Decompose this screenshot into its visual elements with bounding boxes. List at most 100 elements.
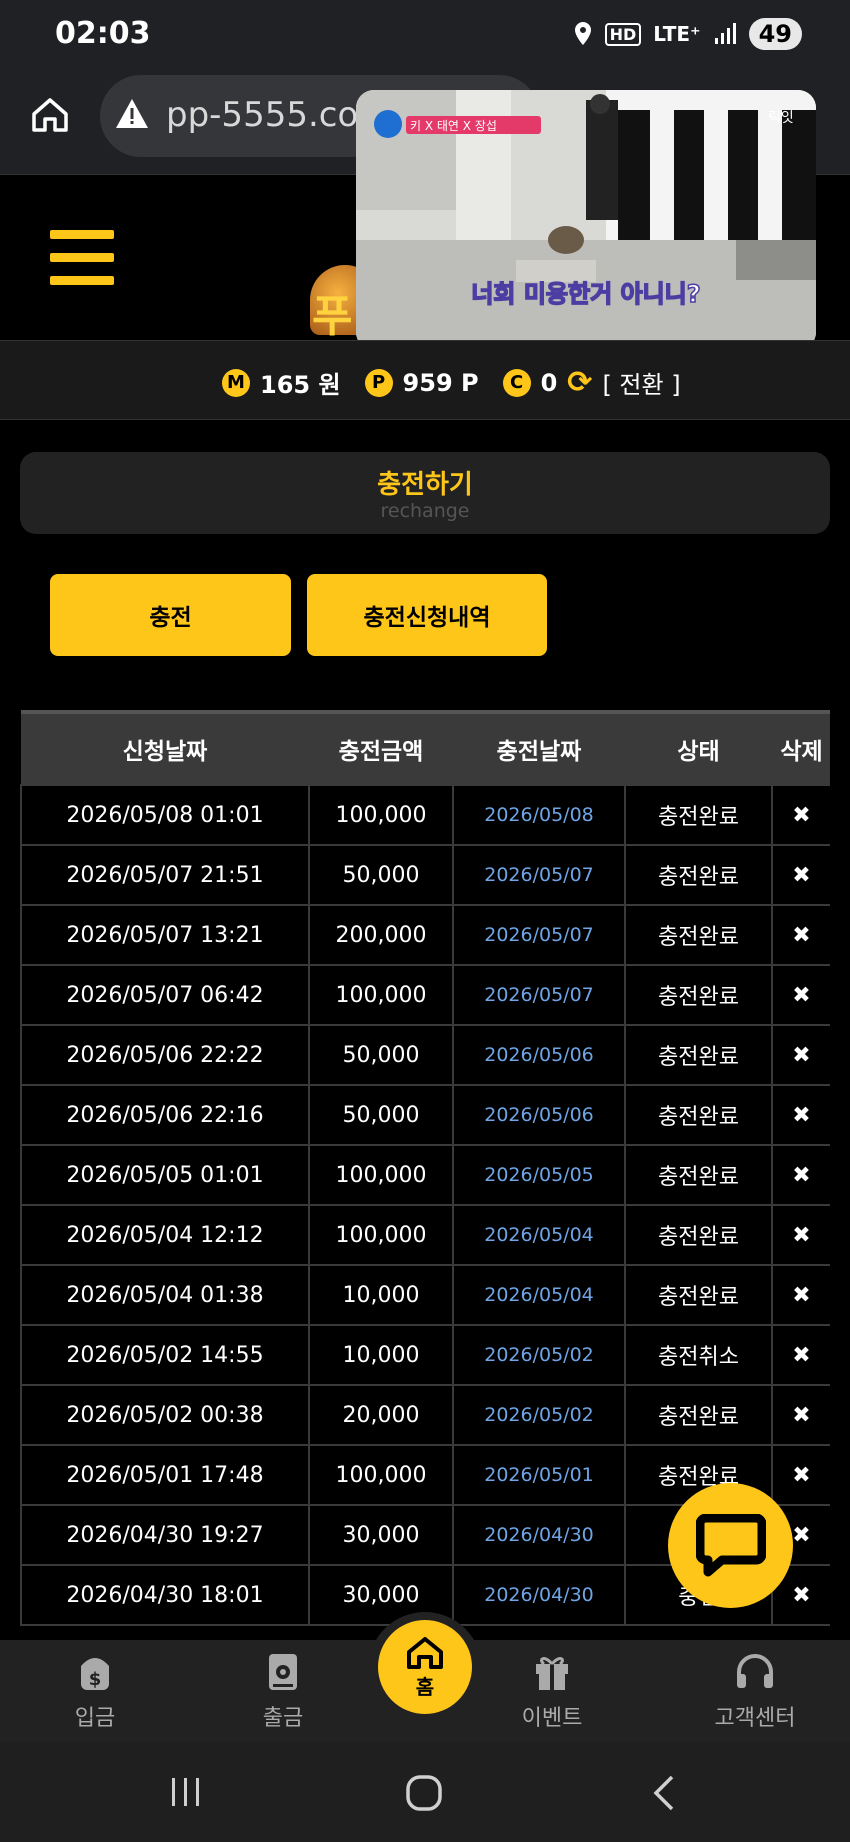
request-date-cell: 2026/05/06 22:22	[20, 1024, 310, 1086]
page-subtitle: rechange	[380, 500, 470, 522]
request-date-cell: 2026/05/06 22:16	[20, 1084, 310, 1146]
gift-icon	[536, 1657, 568, 1690]
charge-date-cell: 2026/05/07	[452, 904, 626, 966]
request-date-cell: 2026/05/07 13:21	[20, 904, 310, 966]
page-title-card: 충전하기 rechange	[20, 452, 830, 534]
amount-cell: 10,000	[308, 1324, 454, 1386]
charge-date-cell: 2026/05/06	[452, 1024, 626, 1086]
amount-cell: 20,000	[308, 1384, 454, 1446]
battery-indicator: 49	[748, 18, 802, 50]
android-home-icon[interactable]	[405, 1774, 443, 1812]
charge-date-cell: 2026/04/30	[452, 1504, 626, 1566]
table-header-row: 신청날짜 충전금액 충전날짜 상태 삭제	[21, 710, 830, 785]
status-cell: 충전완료	[624, 964, 773, 1026]
delete-button[interactable]: ✖	[771, 904, 830, 966]
nav-deposit[interactable]: $ 입금	[35, 1650, 155, 1732]
delete-button[interactable]: ✖	[771, 1084, 830, 1146]
location-icon	[574, 22, 591, 45]
status-cell: 충전완료	[624, 1144, 773, 1206]
recent-apps-icon[interactable]	[168, 1774, 204, 1810]
video-popup[interactable]: 키 X 태연 X 장섭 릭잇 너희 미용한거 아니니?	[356, 90, 816, 350]
amount-cell: 100,000	[308, 1144, 454, 1206]
table-row: 2026/05/07 13:21 200,000 2026/05/07 충전완료 ✖	[20, 904, 830, 966]
warning-icon[interactable]	[115, 97, 149, 131]
status-bar: 02:03 HD LTE⁺ 49	[0, 0, 850, 75]
nav-event[interactable]: 이벤트	[492, 1650, 612, 1732]
header-delete: 삭제	[772, 710, 830, 785]
request-date-cell: 2026/04/30 19:27	[20, 1504, 310, 1566]
hd-icon: HD	[604, 22, 642, 46]
table-row: 2026/05/02 14:55 10,000 2026/05/02 충전취소 ✖	[20, 1324, 830, 1386]
request-date-cell: 2026/05/07 06:42	[20, 964, 310, 1026]
status-time: 02:03	[55, 16, 151, 51]
video-tag: 키 X 태연 X 장섭	[410, 119, 497, 133]
point-balance: 959 P	[402, 368, 479, 397]
nav-withdraw-label: 출금	[262, 1706, 304, 1731]
delete-button[interactable]: ✖	[771, 1324, 830, 1386]
charge-date-cell: 2026/05/02	[452, 1384, 626, 1446]
table-row: 2026/05/02 00:38 20,000 2026/05/02 충전완료 ✖	[20, 1384, 830, 1446]
delete-button[interactable]: ✖	[771, 844, 830, 906]
request-date-cell: 2026/04/30 18:01	[20, 1564, 310, 1626]
hamburger-menu-icon[interactable]	[50, 230, 114, 285]
delete-button[interactable]: ✖	[771, 784, 830, 846]
request-date-cell: 2026/05/04 01:38	[20, 1264, 310, 1326]
request-date-cell: 2026/05/05 01:01	[20, 1144, 310, 1206]
header-status: 상태	[625, 710, 772, 785]
delete-button[interactable]: ✖	[771, 1204, 830, 1266]
delete-button[interactable]: ✖	[771, 1264, 830, 1326]
charge-date-cell: 2026/05/05	[452, 1144, 626, 1206]
nav-support[interactable]: 고객센터	[695, 1650, 815, 1732]
amount-cell: 50,000	[308, 1024, 454, 1086]
charge-history-button[interactable]: 충전신청내역	[307, 574, 547, 656]
amount-cell: 200,000	[308, 904, 454, 966]
charge-date-cell: 2026/04/30	[452, 1564, 626, 1626]
delete-button[interactable]: ✖	[771, 964, 830, 1026]
delete-button[interactable]: ✖	[771, 1024, 830, 1086]
request-date-cell: 2026/05/04 12:12	[20, 1204, 310, 1266]
amount-cell: 10,000	[308, 1264, 454, 1326]
chat-bubble-icon	[695, 1513, 766, 1576]
app-root: 02:03 HD LTE⁺ 49 pp-5555.com 푸 키 X 태연 X …	[0, 0, 850, 1842]
nav-home-label: 홈	[415, 1674, 435, 1699]
chat-button[interactable]	[668, 1483, 793, 1608]
table-row: 2026/05/07 06:42 100,000 2026/05/07 충전완료 ✖	[20, 964, 830, 1026]
charge-date-cell: 2026/05/01	[452, 1444, 626, 1506]
table-row: 2026/05/06 22:22 50,000 2026/05/06 충전완료 ✖	[20, 1024, 830, 1086]
nav-home[interactable]: 홈	[378, 1620, 472, 1714]
switch-button[interactable]: [ 전환 ]	[602, 365, 680, 400]
charge-date-cell: 2026/05/06	[452, 1084, 626, 1146]
table-row: 2026/05/04 01:38 10,000 2026/05/04 충전완료 ✖	[20, 1264, 830, 1326]
amount-cell: 100,000	[308, 784, 454, 846]
status-cell: 충전완료	[624, 1024, 773, 1086]
svg-text:$: $	[89, 1669, 102, 1690]
browser-home-icon[interactable]	[30, 95, 70, 135]
charge-date-cell: 2026/05/08	[452, 784, 626, 846]
delete-button[interactable]: ✖	[771, 1444, 830, 1506]
header-charge-date: 충전날짜	[453, 710, 625, 785]
amount-cell: 100,000	[308, 1444, 454, 1506]
refresh-icon[interactable]: ⟳	[567, 365, 592, 400]
header-request-date: 신청날짜	[21, 710, 309, 785]
table-row: 2026/05/08 01:01 100,000 2026/05/08 충전완료 ✖	[20, 784, 830, 846]
delete-button[interactable]: ✖	[771, 1384, 830, 1446]
video-caption: 너희 미용한거 아니니?	[471, 280, 700, 308]
status-icons: HD LTE⁺ 49	[573, 18, 802, 50]
status-cell: 충전완료	[624, 1084, 773, 1146]
casino-coin-icon: C	[502, 368, 531, 397]
site-logo-text: 푸	[312, 291, 353, 342]
charge-date-cell: 2026/05/07	[452, 964, 626, 1026]
video-frame: 키 X 태연 X 장섭 릭잇 너희 미용한거 아니니?	[356, 90, 816, 350]
amount-cell: 30,000	[308, 1504, 454, 1566]
amount-cell: 100,000	[308, 964, 454, 1026]
charge-button[interactable]: 충전	[50, 574, 291, 656]
android-nav-bar	[0, 1742, 850, 1842]
nav-withdraw[interactable]: 출금	[223, 1650, 343, 1732]
point-coin-icon: P	[364, 368, 393, 397]
table-row: 2026/05/05 01:01 100,000 2026/05/05 충전완료 ✖	[20, 1144, 830, 1206]
nav-event-label: 이벤트	[521, 1706, 583, 1731]
back-icon[interactable]	[648, 1774, 678, 1812]
delete-button[interactable]: ✖	[771, 1144, 830, 1206]
table-row: 2026/05/07 21:51 50,000 2026/05/07 충전완료 ✖	[20, 844, 830, 906]
request-date-cell: 2026/05/02 14:55	[20, 1324, 310, 1386]
